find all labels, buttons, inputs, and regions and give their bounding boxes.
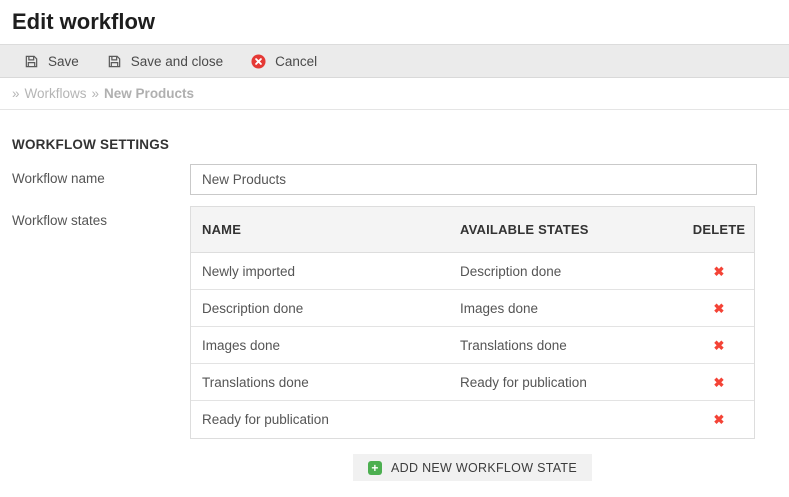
add-new-workflow-state-label: ADD NEW WORKFLOW STATE xyxy=(391,461,577,475)
state-name-cell: Translations done xyxy=(191,375,449,390)
table-header-row: NAME AVAILABLE STATES DELETE xyxy=(191,207,754,253)
main-content: WORKFLOW SETTINGS Workflow name Workflow… xyxy=(0,137,789,481)
breadcrumb: » Workflows » New Products xyxy=(0,78,789,110)
workflow-states-row: Workflow states NAME AVAILABLE STATES DE… xyxy=(12,206,777,481)
available-states-cell: Translations done xyxy=(449,338,684,353)
table-row: Images done Translations done ✖ xyxy=(191,327,754,364)
cancel-button-label: Cancel xyxy=(275,54,317,69)
cancel-circle-x-icon xyxy=(251,54,266,69)
delete-state-button[interactable]: ✖ xyxy=(714,302,725,315)
save-button[interactable]: Save xyxy=(10,45,93,77)
delete-state-button[interactable]: ✖ xyxy=(714,376,725,389)
save-and-close-button-label: Save and close xyxy=(131,54,223,69)
delete-x-icon: ✖ xyxy=(714,264,725,279)
toolbar: Save Save and close Cancel xyxy=(0,44,789,78)
workflow-name-row: Workflow name xyxy=(12,164,777,195)
add-new-workflow-state-button[interactable]: + ADD NEW WORKFLOW STATE xyxy=(353,454,592,481)
cancel-button[interactable]: Cancel xyxy=(237,45,331,77)
breadcrumb-current-page: New Products xyxy=(104,86,194,101)
delete-x-icon: ✖ xyxy=(714,412,725,427)
workflow-name-label: Workflow name xyxy=(12,164,190,186)
state-name-cell: Images done xyxy=(191,338,449,353)
table-row: Newly imported Description done ✖ xyxy=(191,253,754,290)
workflow-settings-heading: WORKFLOW SETTINGS xyxy=(12,137,777,152)
save-button-label: Save xyxy=(48,54,79,69)
breadcrumb-separator: » xyxy=(12,86,20,101)
breadcrumb-separator: » xyxy=(92,86,100,101)
table-row: Description done Images done ✖ xyxy=(191,290,754,327)
delete-x-icon: ✖ xyxy=(714,301,725,316)
available-states-cell: Images done xyxy=(449,301,684,316)
workflow-states-label: Workflow states xyxy=(12,206,190,228)
column-header-available-states: AVAILABLE STATES xyxy=(449,222,684,237)
save-and-close-button[interactable]: Save and close xyxy=(93,45,237,77)
save-floppy-icon xyxy=(24,54,39,69)
delete-x-icon: ✖ xyxy=(714,338,725,353)
table-row: Ready for publication ✖ xyxy=(191,401,754,438)
page-title: Edit workflow xyxy=(0,0,789,44)
add-button-container: + ADD NEW WORKFLOW STATE xyxy=(190,454,755,481)
workflow-name-input[interactable] xyxy=(190,164,757,195)
plus-icon: + xyxy=(368,461,382,475)
delete-state-button[interactable]: ✖ xyxy=(714,339,725,352)
available-states-cell: Description done xyxy=(449,264,684,279)
breadcrumb-workflows-link[interactable]: Workflows xyxy=(25,86,87,101)
state-name-cell: Description done xyxy=(191,301,449,316)
delete-state-button[interactable]: ✖ xyxy=(714,265,725,278)
workflow-states-table: NAME AVAILABLE STATES DELETE Newly impor… xyxy=(190,206,755,439)
delete-state-button[interactable]: ✖ xyxy=(714,413,725,426)
save-floppy-icon xyxy=(107,54,122,69)
column-header-delete: DELETE xyxy=(684,222,754,237)
state-name-cell: Newly imported xyxy=(191,264,449,279)
column-header-name: NAME xyxy=(191,222,449,237)
state-name-cell: Ready for publication xyxy=(191,412,449,427)
available-states-cell: Ready for publication xyxy=(449,375,684,390)
table-row: Translations done Ready for publication … xyxy=(191,364,754,401)
delete-x-icon: ✖ xyxy=(714,375,725,390)
